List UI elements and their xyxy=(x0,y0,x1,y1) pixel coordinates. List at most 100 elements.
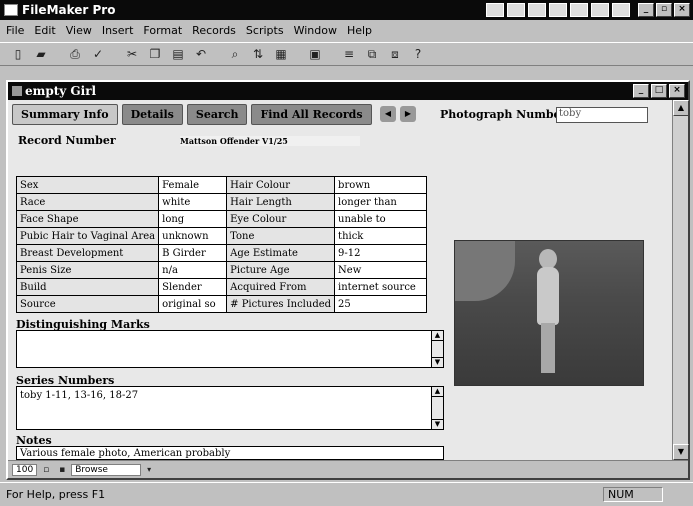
doc-minimize-button[interactable]: _ xyxy=(633,84,649,98)
tab-summary-info[interactable]: Summary Info xyxy=(12,104,118,125)
sort-icon[interactable]: ⇅ xyxy=(248,45,268,63)
titlebar-toolbar xyxy=(486,3,630,17)
field-scrollbar[interactable]: ▲ ▼ xyxy=(431,331,443,367)
field-label: Eye Colour xyxy=(226,210,336,228)
doc-close-button[interactable]: × xyxy=(669,84,685,98)
next-record-icon[interactable]: ▶ xyxy=(400,106,416,122)
menu-help[interactable]: Help xyxy=(347,24,372,37)
field-value[interactable]: unknown xyxy=(158,227,228,245)
field-value[interactable]: unable to xyxy=(334,210,428,228)
field-row: Build Slender Acquired From internet sou… xyxy=(15,278,428,296)
titlebar-tool-icon[interactable] xyxy=(612,3,630,17)
field-label: Penis Size xyxy=(15,261,160,279)
app-titlebar: FileMaker Pro _ ▫ × xyxy=(0,0,693,20)
titlebar-tool-icon[interactable] xyxy=(549,3,567,17)
field-label: Age Estimate xyxy=(226,244,336,262)
menubar: File Edit View Insert Format Records Scr… xyxy=(0,20,693,40)
record-number-value[interactable]: Mattson Offender V1/25 xyxy=(180,136,360,146)
document-title: empty Girl xyxy=(25,84,97,98)
series-numbers-field[interactable]: toby 1-11, 13-16, 18-27 ▲ ▼ xyxy=(16,386,444,430)
layout-tabs: Summary Info Details Search Find All Rec… xyxy=(12,104,372,125)
zoom-level[interactable]: 100 xyxy=(12,463,38,476)
field-value[interactable]: white xyxy=(158,193,228,211)
menu-scripts[interactable]: Scripts xyxy=(246,24,284,37)
new-icon[interactable]: ▯ xyxy=(8,45,28,63)
field-label: Hair Colour xyxy=(226,176,336,194)
field-value[interactable]: long xyxy=(158,210,228,228)
zoom-out-icon[interactable]: ▫ xyxy=(39,463,53,477)
field-label: Face Shape xyxy=(15,210,160,228)
field-value[interactable]: thick xyxy=(334,227,428,245)
field-label: Breast Development xyxy=(15,244,160,262)
restore-button[interactable]: ▫ xyxy=(656,3,672,17)
menu-view[interactable]: View xyxy=(66,24,92,37)
copy-icon[interactable]: ❐ xyxy=(145,45,165,63)
series-numbers-value: toby 1-11, 13-16, 18-27 xyxy=(20,390,139,401)
scroll-up-icon[interactable]: ▲ xyxy=(673,100,689,116)
field-value[interactable]: New xyxy=(334,261,428,279)
titlebar-tool-icon[interactable] xyxy=(486,3,504,17)
close-button[interactable]: × xyxy=(674,3,690,17)
field-value[interactable]: 25 xyxy=(334,295,428,313)
menu-file[interactable]: File xyxy=(6,24,24,37)
layout-icon[interactable]: ▣ xyxy=(305,45,325,63)
field-label: Sex xyxy=(15,176,160,194)
field-value[interactable]: B Girder xyxy=(158,244,228,262)
open-icon[interactable]: ▰ xyxy=(31,45,51,63)
field-label: Source xyxy=(15,295,160,313)
app-title: FileMaker Pro xyxy=(22,3,116,17)
field-label: Build xyxy=(15,278,160,296)
vertical-scrollbar[interactable]: ▲ ▼ xyxy=(672,100,689,460)
num-lock-indicator: NUM xyxy=(603,487,663,502)
scroll-down-icon[interactable]: ▼ xyxy=(673,444,689,460)
field-value[interactable]: original so xyxy=(158,295,228,313)
tab-find-all-records[interactable]: Find All Records xyxy=(251,104,372,125)
field-row: Breast Development B Girder Age Estimate… xyxy=(15,244,428,262)
field-value[interactable]: Slender xyxy=(158,278,228,296)
field-value[interactable]: n/a xyxy=(158,261,228,279)
print-icon[interactable]: ⎙ xyxy=(65,45,85,63)
minimize-button[interactable]: _ xyxy=(638,3,654,17)
cut-icon[interactable]: ✂ xyxy=(122,45,142,63)
field-value[interactable]: longer than xyxy=(334,193,428,211)
notes-field[interactable]: Various female photo, American probably xyxy=(16,446,444,460)
tab-search[interactable]: Search xyxy=(186,104,248,125)
field-label: Hair Length xyxy=(226,193,336,211)
field-value[interactable]: 9-12 xyxy=(334,244,428,262)
doc-maximize-button[interactable]: □ xyxy=(651,84,667,98)
menu-insert[interactable]: Insert xyxy=(102,24,134,37)
field-row: Penis Size n/a Picture Age New xyxy=(15,261,428,279)
menu-format[interactable]: Format xyxy=(143,24,182,37)
browse-icon[interactable]: ▦ xyxy=(271,45,291,63)
titlebar-tool-icon[interactable] xyxy=(591,3,609,17)
titlebar-tool-icon[interactable] xyxy=(570,3,588,17)
arrange-icon[interactable]: ⧈ xyxy=(385,45,405,63)
distinguishing-marks-field[interactable]: ▲ ▼ xyxy=(16,330,444,368)
tab-details[interactable]: Details xyxy=(121,104,183,125)
photo-number-field[interactable]: toby xyxy=(556,107,648,123)
find-icon[interactable]: ⌕ xyxy=(225,45,245,63)
mode-dropdown-icon[interactable]: ▾ xyxy=(143,463,155,477)
prev-record-icon[interactable]: ◀ xyxy=(380,106,396,122)
field-value[interactable]: internet source xyxy=(334,278,428,296)
paste-icon[interactable]: ▤ xyxy=(168,45,188,63)
align-icon[interactable]: ≡ xyxy=(339,45,359,63)
spell-icon[interactable]: ✓ xyxy=(88,45,108,63)
field-value[interactable]: brown xyxy=(334,176,428,194)
mode-select[interactable]: Browse xyxy=(71,463,142,476)
field-scrollbar[interactable]: ▲ ▼ xyxy=(431,387,443,429)
menu-window[interactable]: Window xyxy=(294,24,337,37)
menu-edit[interactable]: Edit xyxy=(34,24,55,37)
zoom-in-icon[interactable]: ▪ xyxy=(55,463,69,477)
menu-records[interactable]: Records xyxy=(192,24,236,37)
photo-number-label: Photograph Number xyxy=(440,108,567,121)
statusbar: For Help, press F1 NUM xyxy=(0,482,693,506)
help-icon[interactable]: ? xyxy=(408,45,428,63)
document-icon xyxy=(12,86,22,96)
group-icon[interactable]: ⧉ xyxy=(362,45,382,63)
undo-icon[interactable]: ↶ xyxy=(191,45,211,63)
field-value[interactable]: Female xyxy=(158,176,228,194)
document-window: empty Girl _ □ × Summary Info Details Se… xyxy=(6,80,690,480)
titlebar-tool-icon[interactable] xyxy=(528,3,546,17)
titlebar-tool-icon[interactable] xyxy=(507,3,525,17)
